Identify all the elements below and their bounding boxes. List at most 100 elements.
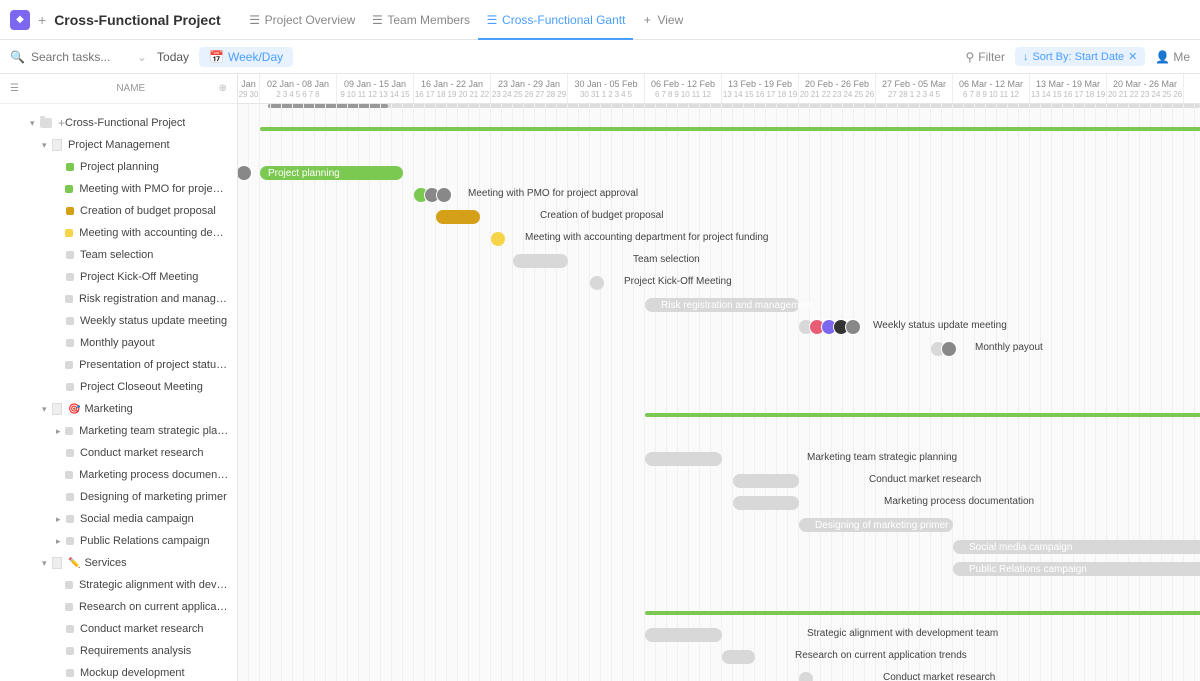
search-input[interactable] <box>31 50 131 64</box>
tree-row[interactable]: Conduct market research <box>0 442 237 464</box>
status-dot <box>65 427 73 435</box>
bar-label: Marketing team strategic planning <box>807 452 957 463</box>
gantt-bar[interactable] <box>645 628 722 642</box>
weekday-toggle[interactable]: 📅 Week/Day <box>199 47 293 67</box>
status-dot <box>66 251 74 259</box>
gantt-bar[interactable] <box>645 452 722 466</box>
tree-row[interactable]: Meeting with PMO for project a... <box>0 178 237 200</box>
tab-project-overview[interactable]: ☰Project Overview <box>241 0 364 39</box>
timeline-week-col: 06 Mar - 12 Mar6789101112 <box>953 74 1030 103</box>
avatar[interactable] <box>845 319 861 335</box>
tree-row[interactable]: Project Kick-Off Meeting <box>0 266 237 288</box>
gantt-bar[interactable] <box>645 611 1200 615</box>
gantt-bar[interactable] <box>799 320 813 334</box>
sortby-clear-icon[interactable]: ✕ <box>1128 50 1137 63</box>
tree-row[interactable]: ▸Social media campaign <box>0 508 237 530</box>
avatar[interactable] <box>941 341 957 357</box>
gantt-row: Public Relations campaign <box>238 558 1200 580</box>
gantt-bar[interactable] <box>645 413 1200 417</box>
caret-icon[interactable]: ▾ <box>30 118 40 129</box>
gantt-bar[interactable] <box>733 496 799 510</box>
gantt-row: Research on current application trends <box>238 646 1200 668</box>
gantt-bar[interactable] <box>722 650 755 664</box>
tree-row[interactable]: Risk registration and management <box>0 288 237 310</box>
caret-icon[interactable]: ▸ <box>56 536 66 547</box>
bar-label: Marketing process documentation <box>884 496 1034 507</box>
tree-row[interactable]: Team selection <box>0 244 237 266</box>
gantt-bar[interactable] <box>436 210 480 224</box>
tree-row[interactable]: Project planning <box>0 156 237 178</box>
gantt-row: Weekly status update meeting <box>238 316 1200 338</box>
tab-cross-functional-gantt[interactable]: ☰Cross-Functional Gantt <box>478 0 633 39</box>
gantt-bar[interactable]: Designing of marketing primer <box>799 518 953 532</box>
status-dot <box>65 581 73 589</box>
toolbar: 🔍 ⌄ Today 📅 Week/Day ⚲ Filter ↓ Sort By:… <box>0 40 1200 74</box>
project-title[interactable]: Cross-Functional Project <box>54 12 220 28</box>
avatar[interactable] <box>238 165 252 181</box>
collapse-sidebar-icon[interactable]: ☰ <box>10 83 19 94</box>
tree-label: Project Closeout Meeting <box>80 381 203 393</box>
tree-row[interactable]: Mockup development <box>0 662 237 681</box>
gantt-bar[interactable] <box>931 342 945 356</box>
timeline-week-col: Jan2930 <box>238 74 260 103</box>
tree-row[interactable]: Marketing process documentation <box>0 464 237 486</box>
caret-icon[interactable]: ▸ <box>56 514 66 525</box>
gantt-bar[interactable]: Risk registration and management <box>645 298 799 312</box>
gantt-body[interactable]: Project planning Meeting with PMO for pro… <box>238 104 1200 681</box>
tree-row[interactable]: Weekly status update meeting <box>0 310 237 332</box>
search-icon: 🔍 <box>10 50 25 64</box>
tree-row[interactable]: ▾🎯Marketing <box>0 398 237 420</box>
add-view-tab[interactable]: +View <box>633 0 691 39</box>
tree-row[interactable]: Research on current application ... <box>0 596 237 618</box>
tree-row[interactable]: Meeting with accounting depart... <box>0 222 237 244</box>
add-task-icon[interactable]: + <box>58 116 65 130</box>
tree-row[interactable]: Requirements analysis <box>0 640 237 662</box>
status-dot <box>66 383 74 391</box>
tree-label: Marketing <box>84 403 132 415</box>
today-button[interactable]: Today <box>157 50 189 64</box>
search-chevron-icon[interactable]: ⌄ <box>137 50 147 64</box>
tree-row[interactable]: Presentation of project status re... <box>0 354 237 376</box>
me-filter-button[interactable]: 👤 Me <box>1155 50 1190 64</box>
gantt-bar[interactable]: Public Relations campaign <box>953 562 1200 576</box>
caret-icon[interactable]: ▾ <box>42 140 52 151</box>
tree-row[interactable]: Designing of marketing primer <box>0 486 237 508</box>
gantt-chart[interactable]: Jan293002 Jan - 08 Jan234567809 Jan - 15… <box>238 74 1200 681</box>
tree-label: Presentation of project status re... <box>79 359 229 371</box>
gantt-bar[interactable]: Project planning <box>260 166 403 180</box>
tree-label: Meeting with PMO for project a... <box>79 183 229 195</box>
gantt-bar[interactable] <box>414 188 428 202</box>
gantt-bar[interactable] <box>590 276 604 290</box>
tree-label: Services <box>84 557 126 569</box>
status-dot <box>65 229 73 237</box>
avatar[interactable] <box>436 187 452 203</box>
tree-row[interactable]: Strategic alignment with develop... <box>0 574 237 596</box>
bar-label: Meeting with PMO for project approval <box>468 188 638 199</box>
tree-row[interactable]: ▾Project Management <box>0 134 237 156</box>
gantt-row: Marketing team strategic planning <box>238 448 1200 470</box>
gantt-bar[interactable] <box>733 474 799 488</box>
gantt-bar[interactable] <box>491 232 505 246</box>
caret-icon[interactable]: ▸ <box>56 426 65 437</box>
tree-row[interactable]: ▸Public Relations campaign <box>0 530 237 552</box>
gantt-bar[interactable] <box>513 254 568 268</box>
gantt-bar[interactable] <box>799 672 813 681</box>
filter-button[interactable]: ⚲ Filter <box>965 50 1004 64</box>
gantt-bar[interactable] <box>260 127 1200 131</box>
tree-row[interactable]: Creation of budget proposal <box>0 200 237 222</box>
add-column-icon[interactable]: ⊕ <box>219 83 227 94</box>
caret-icon[interactable]: ▾ <box>42 404 52 415</box>
gantt-row: Social media campaign <box>238 536 1200 558</box>
tree-row[interactable]: ▾✏️Services <box>0 552 237 574</box>
gantt-bar[interactable]: Social media campaign <box>953 540 1200 554</box>
add-project-icon[interactable]: + <box>38 12 46 28</box>
tree-row[interactable]: Project Closeout Meeting <box>0 376 237 398</box>
tree-row[interactable]: ▾+ Cross-Functional Project <box>0 112 237 134</box>
tree-row[interactable]: Conduct market research <box>0 618 237 640</box>
sortby-button[interactable]: ↓ Sort By: Start Date ✕ <box>1015 47 1145 66</box>
tree-label: Marketing team strategic planning <box>79 425 229 437</box>
tree-row[interactable]: Monthly payout <box>0 332 237 354</box>
tree-row[interactable]: ▸ Marketing team strategic planning <box>0 420 237 442</box>
tab-team-members[interactable]: ☰Team Members <box>363 0 478 39</box>
caret-icon[interactable]: ▾ <box>42 558 52 569</box>
